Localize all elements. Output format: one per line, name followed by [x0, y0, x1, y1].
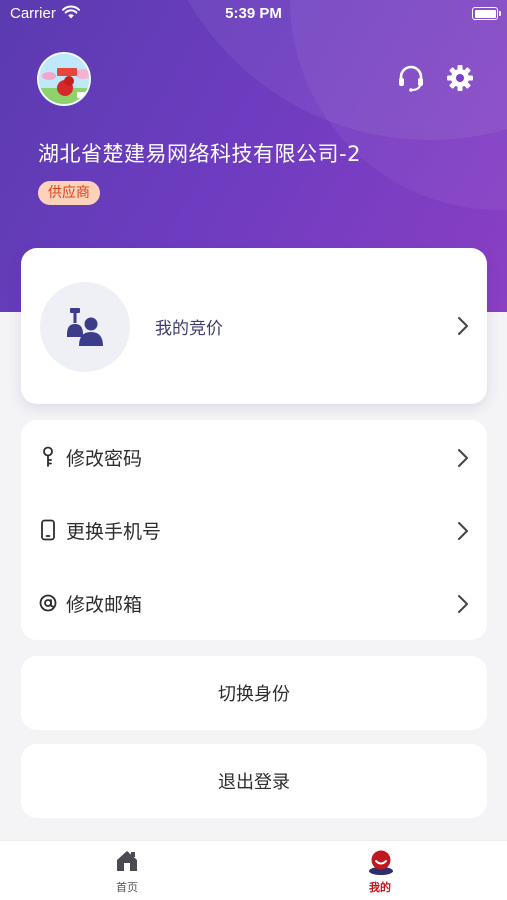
- gear-icon[interactable]: [445, 63, 475, 93]
- mine-face-icon: [369, 850, 393, 875]
- change-phone-row[interactable]: 更换手机号: [21, 494, 487, 566]
- at-sign-icon: [39, 594, 57, 612]
- change-phone-label: 更换手机号: [66, 521, 162, 543]
- tab-bar: 首页 我的: [0, 840, 507, 900]
- home-icon: [117, 851, 137, 871]
- tab-home-label: 首页: [116, 881, 138, 894]
- headset-icon[interactable]: [396, 63, 426, 93]
- change-email-row[interactable]: 修改邮箱: [21, 567, 487, 639]
- auction-user-icon: [67, 308, 103, 346]
- tab-home[interactable]: 首页: [77, 841, 177, 900]
- tab-mine-label: 我的: [369, 881, 391, 894]
- battery-icon: [472, 7, 501, 20]
- switch-identity-label: 切换身份: [218, 684, 290, 705]
- change-email-label: 修改邮箱: [66, 594, 143, 616]
- phone-icon: [41, 519, 55, 541]
- chevron-right-icon: [458, 449, 468, 467]
- change-password-row[interactable]: 修改密码: [21, 421, 487, 493]
- company-name: 湖北省楚建易网络科技有限公司-2: [38, 142, 361, 166]
- my-bids-card[interactable]: 我的竞价: [21, 248, 487, 404]
- my-bids-label: 我的竞价: [155, 319, 223, 339]
- role-badge: 供应商: [38, 181, 100, 205]
- bid-icon-circle: [40, 282, 130, 372]
- status-bar: Carrier 5:39 PM: [0, 0, 507, 28]
- account-settings-list: 修改密码 更换手机号 修改邮箱: [21, 420, 487, 640]
- logout-button[interactable]: 退出登录: [21, 744, 487, 818]
- tab-mine[interactable]: 我的: [330, 841, 430, 900]
- header-decoration-arc: [290, 0, 507, 210]
- chevron-right-icon: [458, 522, 468, 540]
- chevron-right-icon: [458, 317, 468, 335]
- change-password-label: 修改密码: [66, 448, 143, 470]
- chevron-right-icon: [458, 595, 468, 613]
- key-icon: [43, 446, 53, 467]
- avatar[interactable]: [37, 52, 91, 106]
- switch-identity-button[interactable]: 切换身份: [21, 656, 487, 730]
- clock-time: 5:39 PM: [225, 5, 282, 22]
- logout-label: 退出登录: [218, 772, 290, 793]
